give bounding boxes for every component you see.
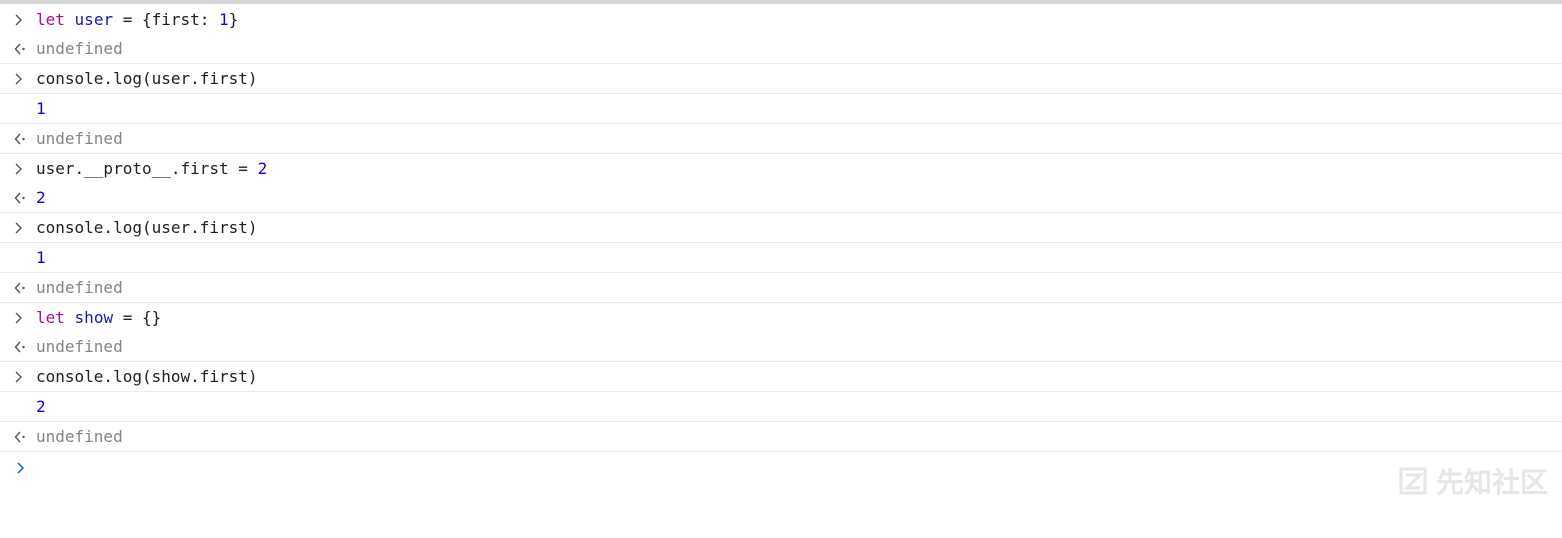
return-line: undefined xyxy=(0,124,1562,153)
console-entry: console.log(user.first) 1 undefined xyxy=(0,212,1562,302)
watermark-text: 先知社区 xyxy=(1435,466,1548,499)
input-code: user.__proto__.first = 2 xyxy=(36,159,268,178)
chevron-right-icon xyxy=(14,5,30,34)
watermark: 先知社区 xyxy=(1398,464,1548,499)
log-value: 2 xyxy=(36,397,46,416)
input-line[interactable]: console.log(show.first) xyxy=(0,362,1562,391)
console-entry: let user = {first: 1} undefined xyxy=(0,5,1562,63)
return-value: undefined xyxy=(36,427,123,446)
chevron-right-icon xyxy=(14,154,30,183)
log-value: 1 xyxy=(36,99,46,118)
return-arrow-icon xyxy=(14,183,30,212)
top-divider xyxy=(0,0,1562,4)
input-line[interactable]: let user = {first: 1} xyxy=(0,5,1562,34)
return-arrow-icon xyxy=(14,422,30,451)
log-line: 2 xyxy=(0,392,1562,421)
log-line: 1 xyxy=(0,243,1562,272)
console-entry: user.__proto__.first = 2 2 xyxy=(0,153,1562,212)
logo-icon xyxy=(1399,467,1427,495)
console-prompt[interactable] xyxy=(0,451,1562,482)
console-entry: let show = {} undefined xyxy=(0,302,1562,361)
console-entry: console.log(show.first) 2 undefined xyxy=(0,361,1562,451)
input-code: let user = {first: 1} xyxy=(36,10,239,29)
chevron-right-icon xyxy=(14,213,30,242)
input-line[interactable]: console.log(user.first) xyxy=(0,64,1562,93)
return-value: undefined xyxy=(36,278,123,297)
return-value: undefined xyxy=(36,129,123,148)
input-code: console.log(user.first) xyxy=(36,69,258,88)
return-line: undefined xyxy=(0,273,1562,302)
return-line: undefined xyxy=(0,332,1562,361)
input-code: console.log(user.first) xyxy=(36,218,258,237)
return-arrow-icon xyxy=(14,124,30,153)
return-line: undefined xyxy=(0,34,1562,63)
console-entry: console.log(user.first) 1 undefined xyxy=(0,63,1562,153)
input-line[interactable]: user.__proto__.first = 2 xyxy=(0,154,1562,183)
return-arrow-icon xyxy=(14,34,30,63)
chevron-right-icon xyxy=(14,303,30,332)
console-panel: let user = {first: 1} undefined console.… xyxy=(0,5,1562,482)
return-arrow-icon xyxy=(14,273,30,302)
input-line[interactable]: let show = {} xyxy=(0,303,1562,332)
chevron-right-icon xyxy=(14,362,30,391)
return-line: undefined xyxy=(0,422,1562,451)
return-line: 2 xyxy=(0,183,1562,212)
input-code: let show = {} xyxy=(36,308,162,327)
log-line: 1 xyxy=(0,94,1562,123)
return-value: undefined xyxy=(36,337,123,356)
return-arrow-icon xyxy=(14,332,30,361)
input-line[interactable]: console.log(user.first) xyxy=(0,213,1562,242)
prompt-chevron-icon xyxy=(17,462,25,474)
log-value: 1 xyxy=(36,248,46,267)
input-code: console.log(show.first) xyxy=(36,367,258,386)
return-value: 2 xyxy=(36,188,46,207)
chevron-right-icon xyxy=(14,64,30,93)
return-value: undefined xyxy=(36,39,123,58)
